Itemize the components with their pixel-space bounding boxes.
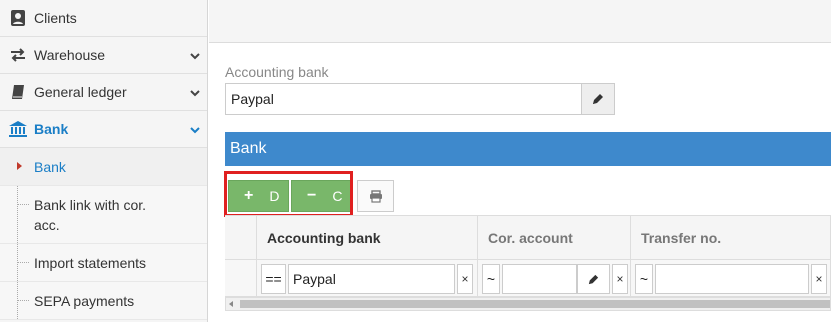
sidebar-item-label: Warehouse (34, 47, 106, 63)
scroll-left-icon[interactable] (229, 301, 233, 307)
contacts-icon (8, 8, 28, 28)
bank-icon (8, 119, 28, 139)
printer-icon (369, 189, 382, 203)
sidebar-item-bank[interactable]: Bank (0, 111, 207, 148)
chevron-down-icon (190, 127, 200, 134)
top-bar (209, 0, 831, 43)
sidebar-subitem-label: Import statements (34, 255, 147, 271)
filter-cell-transfer-no: ~ × (631, 260, 831, 297)
filter-cell-cor-account: ~ × (478, 260, 631, 297)
sidebar-item-clients[interactable]: Clients (0, 0, 207, 37)
chevron-down-icon (190, 53, 200, 60)
row-selector-header (225, 216, 257, 260)
panel-title: Bank (225, 132, 831, 166)
filter-accounting-bank-input[interactable]: Paypal (288, 264, 455, 294)
filter-operator[interactable]: ~ (635, 264, 653, 294)
sidebar: Clients Warehouse General ledger Bank Ba… (0, 0, 208, 322)
sidebar-subitem-bank-link[interactable]: Bank link with cor. acc. (0, 186, 207, 244)
horizontal-scrollbar[interactable] (225, 297, 831, 311)
filter-row-selector (225, 260, 257, 297)
pencil-icon (593, 94, 603, 104)
filter-operator[interactable]: ~ (482, 264, 500, 294)
edit-filter-button[interactable] (577, 264, 610, 294)
edit-accounting-bank-button[interactable] (581, 83, 615, 115)
active-caret-icon (17, 162, 22, 170)
column-header-accounting-bank[interactable]: Accounting bank (257, 216, 478, 260)
highlight-box (224, 171, 353, 217)
filter-cor-account-input[interactable] (502, 264, 577, 294)
filter-transfer-no-input[interactable] (655, 264, 809, 294)
sidebar-subitem-import-statements[interactable]: Import statements (0, 244, 207, 282)
accounting-bank-field[interactable]: Paypal (225, 83, 582, 115)
clear-filter-button[interactable]: × (457, 264, 473, 294)
sidebar-item-general-ledger[interactable]: General ledger (0, 74, 207, 111)
sidebar-item-label: Bank (34, 121, 69, 137)
column-header-cor-account[interactable]: Cor. account (478, 216, 631, 260)
sidebar-item-label: Clients (34, 10, 77, 26)
filter-operator[interactable]: == (261, 264, 286, 294)
sidebar-subitem-label: Bank link with cor. acc. (34, 197, 147, 233)
transfer-arrows-icon (8, 45, 28, 65)
column-header-transfer-no[interactable]: Transfer no. (631, 216, 831, 260)
clear-filter-button[interactable]: × (811, 264, 827, 294)
main-content: Accounting bank Paypal Bank + D − C Acco… (209, 44, 831, 322)
scrollbar-thumb[interactable] (240, 300, 830, 308)
book-icon (8, 82, 28, 102)
sidebar-subitem-label: SEPA payments (34, 293, 135, 309)
sidebar-item-label: General ledger (34, 84, 127, 100)
sidebar-item-warehouse[interactable]: Warehouse (0, 37, 207, 74)
sidebar-subitem-sepa-payments[interactable]: SEPA payments (0, 282, 207, 320)
pencil-icon (588, 274, 599, 284)
filter-cell-accounting-bank: == Paypal × (257, 260, 478, 297)
sidebar-subitem-label: Bank (34, 159, 66, 175)
sidebar-subitem-bank[interactable]: Bank (0, 148, 207, 186)
clear-filter-button[interactable]: × (612, 264, 628, 294)
print-button[interactable] (357, 180, 394, 212)
accounting-bank-label: Accounting bank (225, 64, 329, 80)
chevron-down-icon (190, 90, 200, 97)
